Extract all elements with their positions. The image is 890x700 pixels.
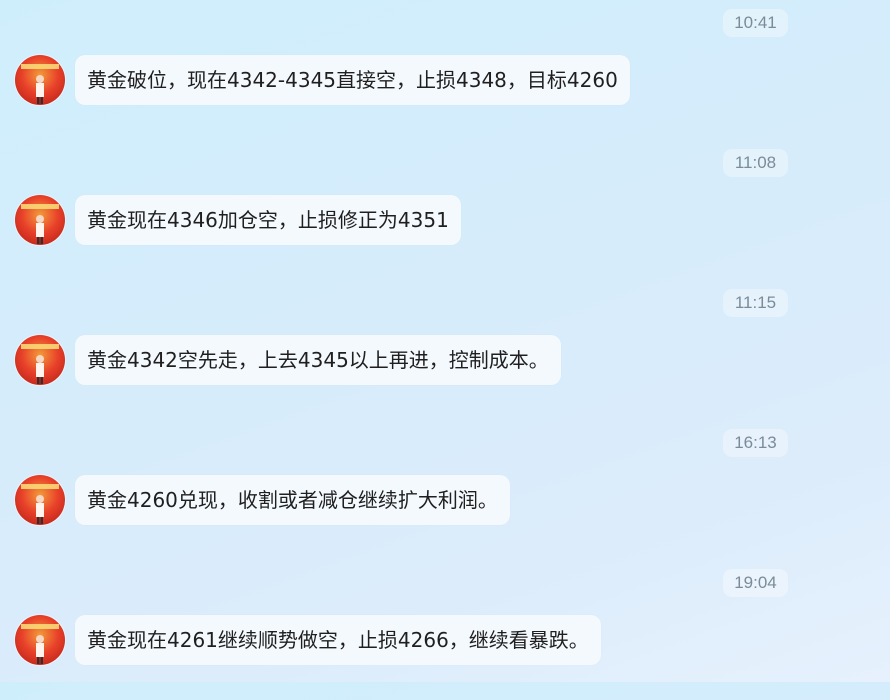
message-bubble[interactable]: 黄金4260兑现，收割或者减仓继续扩大利润。 xyxy=(75,475,510,525)
timestamp: 11:08 xyxy=(723,149,788,177)
message-row: 黄金现在4346加仓空，止损修正为4351 xyxy=(15,194,461,246)
user-avatar-icon[interactable] xyxy=(15,335,65,385)
user-avatar-icon[interactable] xyxy=(15,55,65,105)
timestamp: 19:04 xyxy=(723,569,788,597)
message-row: 黄金4342空先走，上去4345以上再进，控制成本。 xyxy=(15,334,561,386)
message-bubble[interactable]: 黄金4342空先走，上去4345以上再进，控制成本。 xyxy=(75,335,561,385)
message-group: 16:13 黄金4260兑现，收割或者减仓继续扩大利润。 xyxy=(0,420,890,560)
message-row: 黄金现在4261继续顺势做空，止损4266，继续看暴跌。 xyxy=(15,614,601,666)
message-group: 10:41 黄金破位，现在4342-4345直接空，止损4348，目标4260 xyxy=(0,0,890,140)
message-group: 11:08 黄金现在4346加仓空，止损修正为4351 xyxy=(0,140,890,280)
timestamp: 10:41 xyxy=(723,9,788,37)
message-group: 19:04 黄金现在4261继续顺势做空，止损4266，继续看暴跌。 xyxy=(0,560,890,700)
message-bubble[interactable]: 黄金现在4261继续顺势做空，止损4266，继续看暴跌。 xyxy=(75,615,601,665)
message-bubble[interactable]: 黄金破位，现在4342-4345直接空，止损4348，目标4260 xyxy=(75,55,630,105)
chat-history: 10:41 黄金破位，现在4342-4345直接空，止损4348，目标4260 … xyxy=(0,0,890,682)
timestamp: 16:13 xyxy=(723,429,788,457)
message-row: 黄金4260兑现，收割或者减仓继续扩大利润。 xyxy=(15,474,510,526)
message-group: 11:15 黄金4342空先走，上去4345以上再进，控制成本。 xyxy=(0,280,890,420)
message-row: 黄金破位，现在4342-4345直接空，止损4348，目标4260 xyxy=(15,54,630,106)
user-avatar-icon[interactable] xyxy=(15,475,65,525)
message-bubble[interactable]: 黄金现在4346加仓空，止损修正为4351 xyxy=(75,195,461,245)
user-avatar-icon[interactable] xyxy=(15,195,65,245)
user-avatar-icon[interactable] xyxy=(15,615,65,665)
timestamp: 11:15 xyxy=(723,289,788,317)
